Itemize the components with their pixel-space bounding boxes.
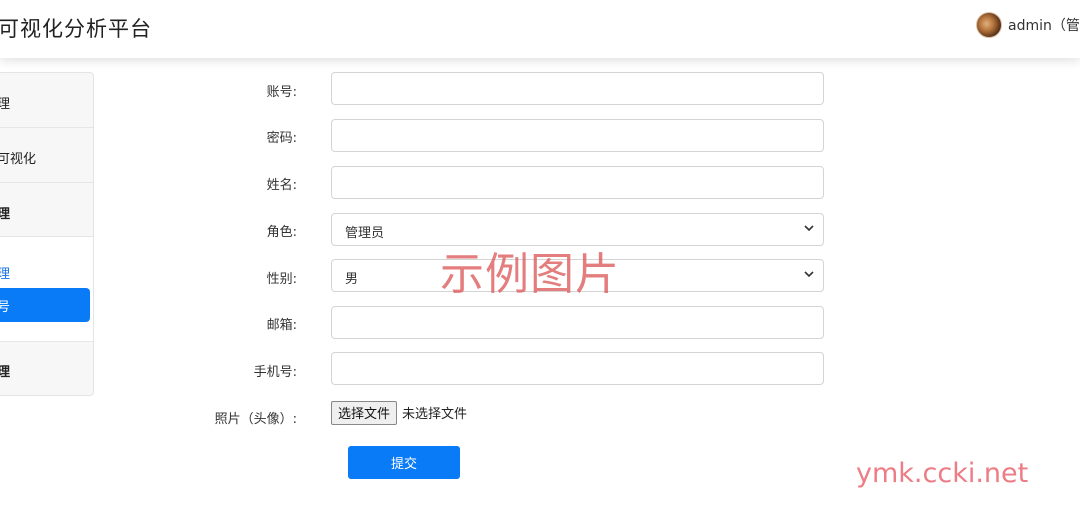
phone-label: 手机号: (253, 365, 297, 380)
submit-button[interactable]: 提交 (348, 446, 460, 479)
gender-label: 性别: (266, 272, 297, 287)
role-select-value: 管理员 (345, 226, 385, 241)
file-status: 未选择文件 (402, 407, 468, 422)
submenu-item-link[interactable]: 理 (0, 263, 10, 282)
account-input[interactable] (331, 72, 824, 105)
email-input[interactable] (331, 306, 824, 339)
sidebar-submenu: 理 号 (0, 237, 93, 342)
sidebar-item-2[interactable]: 可视化 (0, 128, 93, 183)
watermark-sample-image: 示例图片 (440, 249, 620, 300)
sidebar-item-label: 理 (0, 203, 10, 222)
password-label: 密码: (266, 131, 297, 146)
sidebar-item-label: 可视化 (0, 152, 37, 167)
app-title: 可视化分析平台 (0, 17, 152, 41)
user-name[interactable]: admin（管理 (1008, 15, 1080, 35)
sidebar-item-1[interactable]: 理 (0, 73, 93, 128)
sidebar-item-4[interactable]: 理 (0, 342, 93, 395)
chevron-down-icon (804, 225, 814, 232)
watermark-site: ymk.ccki.net (856, 458, 1029, 489)
account-label: 账号: (266, 85, 297, 100)
sidebar-item-label: 理 (0, 93, 10, 112)
name-label: 姓名: (266, 178, 297, 193)
photo-file-field: 选择文件 未选择文件 (331, 400, 467, 425)
sidebar-item-label: 理 (0, 361, 10, 380)
password-input[interactable] (331, 119, 824, 152)
avatar[interactable] (976, 12, 1002, 38)
gender-select-value: 男 (345, 272, 359, 287)
sidebar-item-3[interactable]: 理 (0, 183, 93, 237)
sidebar: 理 可视化 理 理 号 理 (0, 72, 94, 396)
chevron-down-icon (804, 271, 814, 278)
name-input[interactable] (331, 166, 824, 199)
user-menu[interactable]: admin（管理 (976, 12, 1080, 38)
phone-input[interactable] (331, 352, 824, 385)
top-header: 可视化分析平台 admin（管理 (0, 0, 1080, 58)
photo-label: 照片（头像）: (214, 412, 297, 427)
role-label: 角色: (266, 225, 297, 240)
submenu-item-active[interactable]: 号 (0, 288, 90, 322)
email-label: 邮箱: (266, 318, 297, 333)
choose-file-button[interactable]: 选择文件 (331, 400, 398, 425)
submenu-item-label: 号 (0, 296, 10, 315)
